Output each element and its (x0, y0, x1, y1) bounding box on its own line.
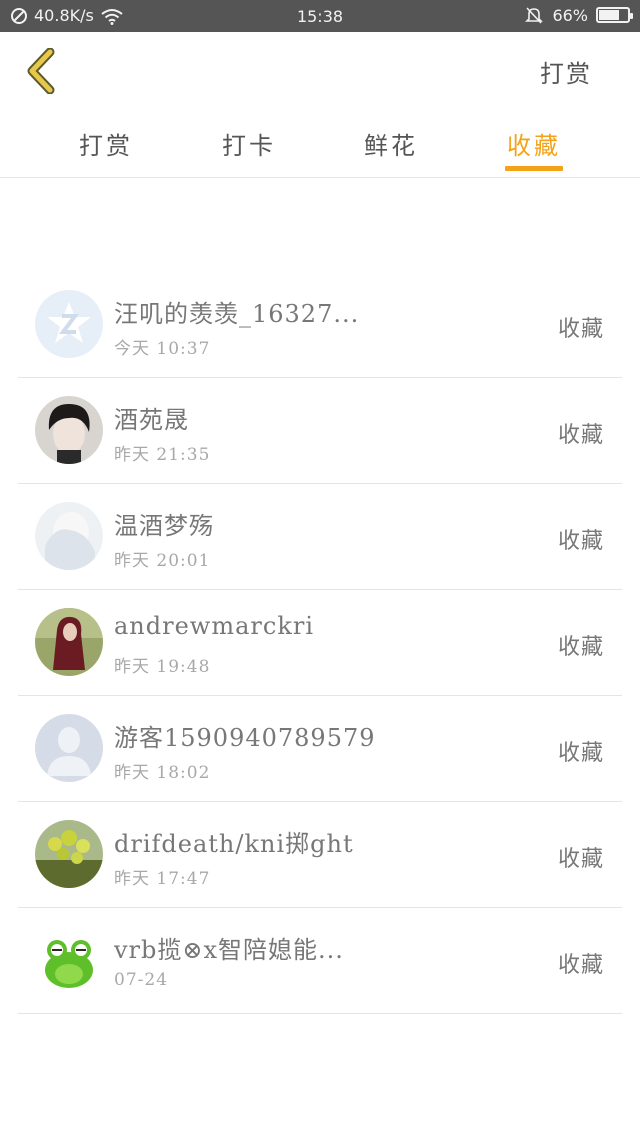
back-button[interactable] (22, 47, 62, 95)
list-item[interactable]: 游客1590940789579 昨天 18:02 收藏 (18, 696, 622, 802)
list-item[interactable]: 酒苑晟 昨天 21:35 收藏 (18, 378, 622, 484)
battery-fill (599, 10, 619, 20)
action-label: 收藏 (557, 847, 604, 872)
favorites-list: 汪叽的羡羡_16327... 今天 10:37 收藏 酒苑晟 昨天 21:35 … (18, 272, 622, 1014)
timestamp: 昨天 19:48 (114, 657, 211, 677)
timestamp: 07-24 (114, 970, 169, 990)
green-frog-avatar (35, 926, 103, 994)
action-label: 收藏 (557, 953, 604, 978)
action-label: 收藏 (557, 741, 604, 766)
status-bar: 40.8K/s 15:38 66% (0, 0, 640, 32)
user-name: drifdeath/kni掷ght (114, 830, 354, 858)
timestamp: 昨天 18:02 (114, 763, 211, 783)
pale-person-avatar (35, 502, 103, 570)
chevron-left-icon (27, 47, 55, 95)
action-label: 收藏 (557, 529, 604, 554)
list-item[interactable]: drifdeath/kni掷ght 昨天 17:47 收藏 (18, 802, 622, 908)
user-name: 温酒梦殇 (114, 512, 214, 540)
list-item[interactable]: vrb揽⊗x智陪媳能... 07-24 收藏 (18, 908, 622, 1014)
action-label: 收藏 (557, 317, 604, 342)
timestamp: 昨天 20:01 (114, 551, 211, 571)
user-name: 酒苑晟 (114, 406, 189, 434)
default-user-avatar (35, 714, 103, 782)
user-name: 汪叽的羡羡_16327... (114, 300, 360, 328)
status-right: 66% (524, 5, 633, 25)
user-name: andrewmarckri (114, 612, 315, 640)
active-tab-indicator (505, 166, 563, 171)
tab-checkin[interactable]: 打卡 (189, 126, 309, 161)
timestamp: 昨天 17:47 (114, 869, 211, 889)
timestamp: 昨天 21:35 (114, 445, 211, 465)
list-item[interactable]: 温酒梦殇 昨天 20:01 收藏 (18, 484, 622, 590)
red-hair-person-avatar (35, 608, 103, 676)
battery-icon (596, 7, 633, 23)
user-name: vrb揽⊗x智陪媳能... (114, 936, 344, 964)
tab-bar: 打赏 打卡 鲜花 收藏 (0, 110, 640, 178)
timestamp: 今天 10:37 (114, 339, 211, 359)
mute-bell-icon (525, 7, 544, 24)
user-name: 游客1590940789579 (114, 724, 376, 752)
battery-percent: 66% (552, 5, 588, 25)
action-label: 收藏 (557, 423, 604, 448)
list-item[interactable]: 汪叽的羡羡_16327... 今天 10:37 收藏 (18, 272, 622, 378)
reward-button[interactable]: 打赏 (540, 54, 592, 89)
qq-logo-avatar (35, 290, 103, 358)
tab-reward[interactable]: 打赏 (46, 126, 166, 161)
green-plant-avatar (35, 820, 103, 888)
tab-flowers[interactable]: 鲜花 (331, 126, 451, 161)
tab-favorites[interactable]: 收藏 (474, 126, 594, 161)
action-label: 收藏 (557, 635, 604, 660)
header: 打赏 (0, 32, 640, 110)
dark-hair-person-avatar (35, 396, 103, 464)
list-item[interactable]: andrewmarckri 昨天 19:48 收藏 (18, 590, 622, 696)
